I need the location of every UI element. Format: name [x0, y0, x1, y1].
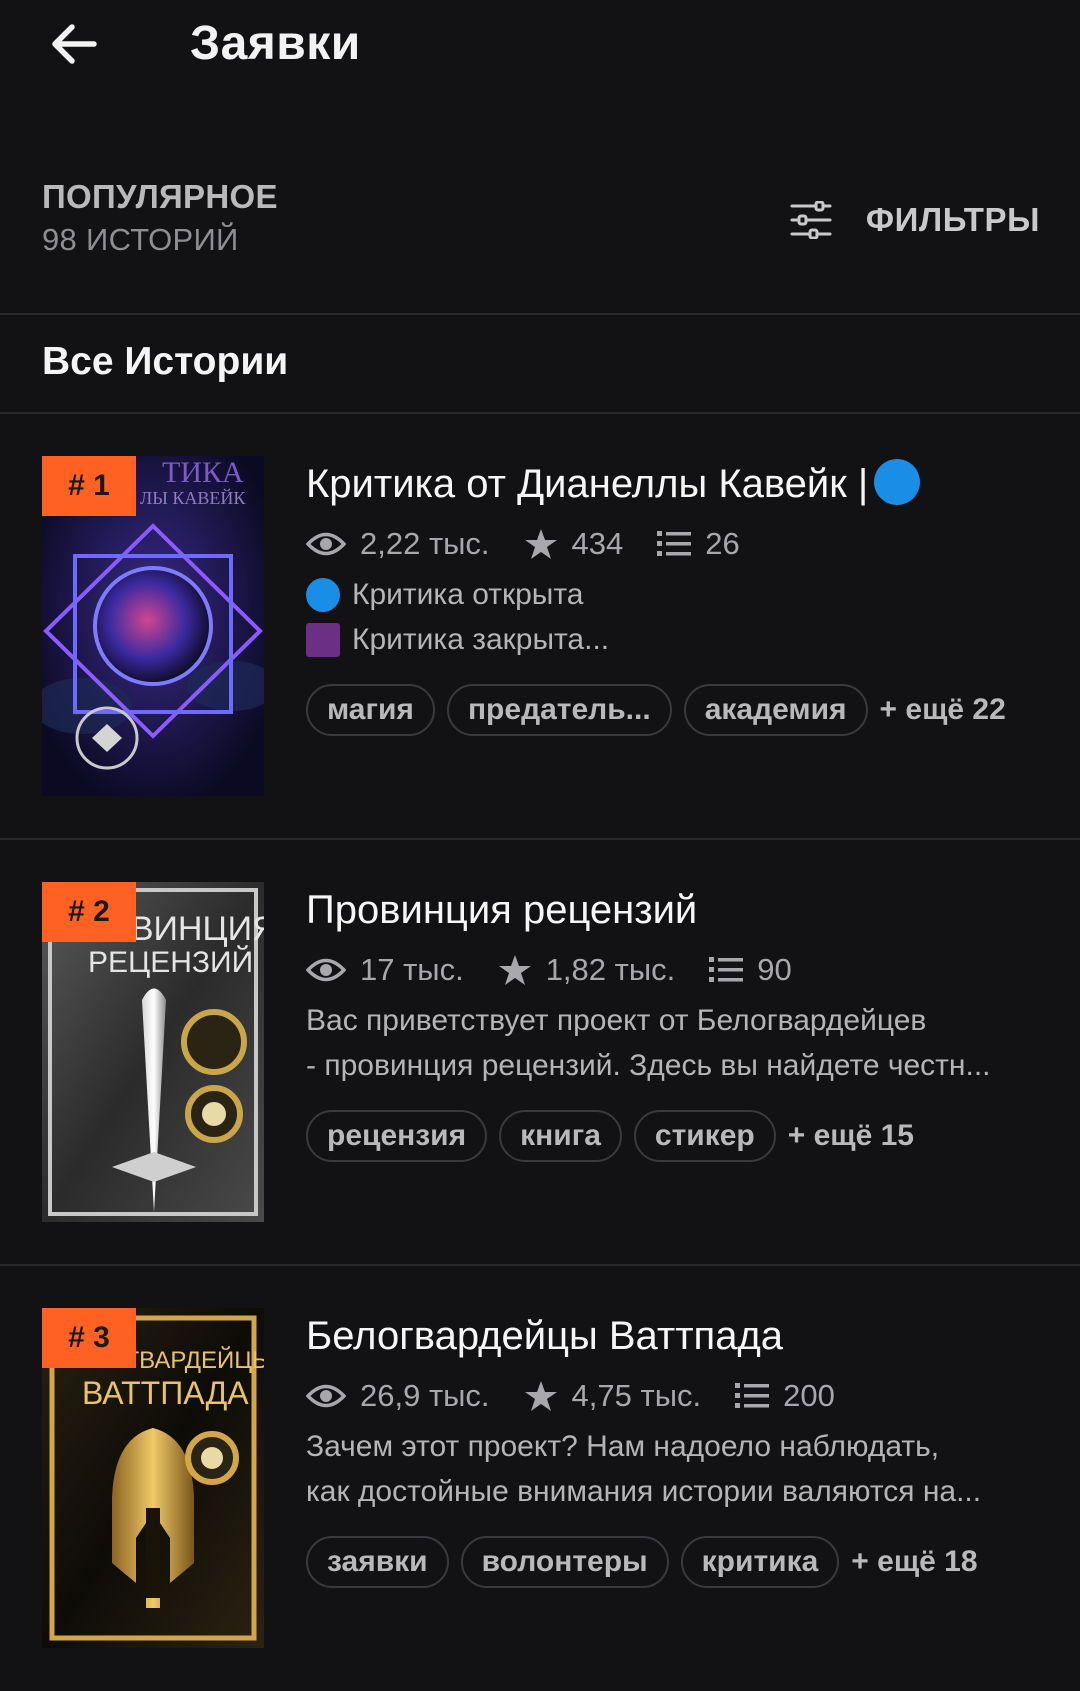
- votes-stat: 434: [524, 526, 624, 562]
- list-icon: [709, 957, 744, 982]
- parts-count: 90: [757, 952, 792, 987]
- views-count: 2,22 тыс.: [360, 526, 490, 561]
- parts-stat: 200: [735, 1378, 835, 1414]
- tag-chip[interactable]: книга: [499, 1110, 622, 1162]
- section-title: Все Истории: [42, 340, 289, 383]
- tag-chip[interactable]: предатель...: [446, 684, 672, 736]
- list-icon: [657, 531, 692, 556]
- page-title: Заявки: [190, 17, 361, 70]
- filters-button[interactable]: ФИЛЬТРЫ: [790, 190, 1040, 250]
- tag-chip[interactable]: критика: [680, 1536, 840, 1588]
- story-item[interactable]: БЕЛОГВАРДЕЙЦЫ ВАТТПАДА # 3 Белогвардейцы…: [0, 1266, 1080, 1691]
- views-stat: 2,22 тыс.: [306, 526, 490, 562]
- views-count: 26,9 тыс.: [360, 1378, 490, 1413]
- more-tags-link[interactable]: + ещё 18: [851, 1545, 977, 1579]
- views-stat: 17 тыс.: [306, 952, 464, 988]
- rank-badge: # 2: [42, 882, 136, 942]
- tag-chip[interactable]: волонтеры: [460, 1536, 669, 1588]
- story-item[interactable]: ПРОВИНЦИЯ РЕЦЕНЗИЙ # 2 Провинция рецензи…: [0, 840, 1080, 1265]
- views-count: 17 тыс.: [360, 952, 464, 987]
- tag-list: рецензия книга стикер + ещё 15: [306, 1110, 914, 1162]
- story-item[interactable]: ТИКА ЛЫ КАВЕЙК # 1 Критика от Дианеллы К…: [0, 414, 1080, 839]
- description-line: Зачем этот проект? Нам надоело наблюдать…: [306, 1430, 940, 1463]
- description-line: как достойные внимания истории валяются …: [306, 1475, 982, 1508]
- story-stats: 17 тыс. 1,82 тыс. 90: [306, 950, 826, 990]
- tag-list: магия предатель... академия + ещё 22: [306, 684, 1006, 736]
- story-stats: 26,9 тыс. 4,75 тыс. 200: [306, 1376, 869, 1416]
- arrow-left-icon: [52, 24, 97, 64]
- parts-count: 26: [705, 526, 740, 561]
- list-icon: [735, 1383, 770, 1408]
- top-app-bar: Заявки: [0, 0, 1080, 100]
- views-stat: 26,9 тыс.: [306, 1378, 490, 1414]
- cover-subtitle-text: РЕЦЕНЗИЙ: [88, 945, 253, 979]
- eye-icon: [306, 958, 346, 982]
- star-icon: [524, 1381, 557, 1411]
- star-icon: [498, 955, 531, 985]
- votes-count: 1,82 тыс.: [545, 952, 676, 987]
- story-description: Вас приветствует проект от Белогвардейце…: [306, 998, 1046, 1088]
- filter-sliders-icon: [790, 201, 832, 239]
- rank-badge: # 1: [42, 456, 136, 516]
- tag-chip[interactable]: рецензия: [306, 1110, 488, 1162]
- more-tags-link[interactable]: + ещё 15: [788, 1119, 914, 1153]
- sort-bar: ПОПУЛЯРНОЕ 98 ИСТОРИЙ ФИЛЬТРЫ: [0, 160, 1080, 310]
- star-icon: [524, 529, 557, 559]
- story-title-text: Критика от Дианеллы Кавейк |: [306, 462, 869, 506]
- story-title[interactable]: Провинция рецензий: [306, 888, 697, 933]
- description-line: Вас приветствует проект от Белогвардейце…: [306, 1004, 927, 1037]
- cover-title-text: ТИКА: [162, 456, 244, 489]
- tag-chip[interactable]: академия: [683, 684, 868, 736]
- purple-square-emoji: [306, 622, 340, 657]
- story-count: 98 ИСТОРИЙ: [42, 222, 239, 257]
- story-description: Критика открыта Критика закрыта...: [306, 572, 1046, 662]
- more-tags-link[interactable]: + ещё 22: [880, 693, 1006, 727]
- description-line: Критика открыта: [352, 578, 584, 611]
- back-button[interactable]: [44, 14, 104, 74]
- story-description: Зачем этот проект? Нам надоело наблюдать…: [306, 1424, 1046, 1514]
- votes-count: 4,75 тыс.: [571, 1378, 702, 1413]
- blue-circle-emoji: [874, 459, 921, 506]
- parts-stat: 90: [709, 952, 792, 988]
- votes-stat: 1,82 тыс.: [498, 952, 676, 988]
- parts-count: 200: [783, 1378, 835, 1413]
- votes-count: 434: [571, 526, 624, 561]
- tag-chip[interactable]: магия: [306, 684, 435, 736]
- description-line: - провинция рецензий. Здесь вы найдете ч…: [306, 1049, 991, 1082]
- eye-icon: [306, 1384, 346, 1408]
- votes-stat: 4,75 тыс.: [524, 1378, 702, 1414]
- blue-circle-emoji: [306, 577, 340, 612]
- filters-label: ФИЛЬТРЫ: [865, 201, 1040, 238]
- parts-stat: 26: [657, 526, 740, 562]
- rank-badge: # 3: [42, 1308, 136, 1368]
- divider: [0, 313, 1080, 315]
- cover-subtitle-text: ВАТТПАДА: [82, 1375, 249, 1411]
- story-title[interactable]: Критика от Дианеллы Кавейк |: [306, 459, 921, 509]
- eye-icon: [306, 532, 346, 556]
- cover-subtitle-text: ЛЫ КАВЕЙК: [140, 488, 246, 508]
- story-title[interactable]: Белогвардейцы Ваттпада: [306, 1314, 783, 1359]
- tag-chip[interactable]: заявки: [306, 1536, 449, 1588]
- tag-chip[interactable]: стикер: [633, 1110, 776, 1162]
- tag-list: заявки волонтеры критика + ещё 18: [306, 1536, 978, 1588]
- story-stats: 2,22 тыс. 434 26: [306, 524, 774, 564]
- description-line: Критика закрыта...: [352, 623, 610, 656]
- sort-label[interactable]: ПОПУЛЯРНОЕ: [42, 178, 278, 216]
